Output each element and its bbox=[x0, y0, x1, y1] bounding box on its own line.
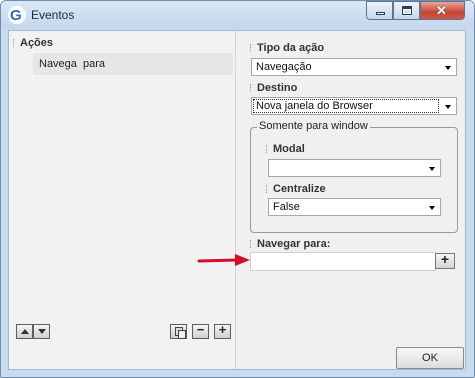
title-bar: G Eventos ✕ bbox=[1, 1, 474, 29]
navegar-para-input[interactable] bbox=[250, 252, 436, 271]
grip-icon bbox=[250, 44, 255, 53]
move-down-button[interactable] bbox=[33, 324, 50, 339]
grip-icon bbox=[266, 145, 271, 154]
arrow-up-icon bbox=[21, 329, 29, 334]
chevron-down-icon bbox=[429, 206, 435, 210]
arrow-down-icon bbox=[38, 329, 46, 334]
app-icon: G bbox=[8, 6, 26, 24]
maximize-icon bbox=[402, 6, 412, 15]
close-button[interactable]: ✕ bbox=[420, 1, 465, 20]
move-up-button[interactable] bbox=[16, 324, 33, 339]
destino-text: Destino bbox=[257, 82, 298, 94]
tipo-acao-text: Tipo da ação bbox=[257, 42, 325, 54]
centralize-label: Centralize bbox=[266, 183, 326, 195]
minimize-button[interactable] bbox=[366, 1, 393, 20]
tipo-acao-select[interactable]: Navegação bbox=[251, 58, 457, 76]
arrow-shaft bbox=[197, 258, 239, 263]
window-title: Eventos bbox=[31, 8, 75, 22]
grip-icon bbox=[250, 240, 255, 249]
actions-panel: Ações Navega para − + bbox=[9, 31, 236, 369]
centralize-text: Centralize bbox=[273, 183, 326, 195]
destino-value: Nova janela do Browser bbox=[256, 100, 373, 112]
ok-button[interactable]: OK bbox=[396, 347, 464, 369]
tipo-acao-value: Navegação bbox=[256, 61, 312, 73]
grip-icon bbox=[13, 39, 18, 48]
modal-label: Modal bbox=[266, 143, 305, 155]
copy-icon bbox=[175, 327, 186, 339]
chevron-down-icon bbox=[445, 105, 451, 109]
minimize-icon bbox=[376, 12, 385, 15]
minus-icon: − bbox=[196, 322, 205, 337]
list-item[interactable]: Navega para bbox=[33, 53, 233, 75]
grip-icon bbox=[266, 185, 271, 194]
centralize-select[interactable]: False bbox=[268, 198, 441, 216]
window-options-group: Somente para window Modal Centralize Fal… bbox=[250, 120, 458, 233]
window-options-title: Somente para window bbox=[257, 120, 370, 132]
copy-button[interactable] bbox=[170, 324, 187, 339]
red-arrow-annotation bbox=[197, 254, 250, 266]
destino-select[interactable]: Nova janela do Browser bbox=[251, 97, 457, 115]
remove-button[interactable]: − bbox=[192, 322, 209, 339]
plus-icon: + bbox=[218, 322, 227, 337]
chevron-down-icon bbox=[445, 66, 451, 70]
centralize-value: False bbox=[273, 201, 300, 213]
add-button[interactable]: + bbox=[214, 322, 231, 339]
modal-text: Modal bbox=[273, 143, 305, 155]
grip-icon bbox=[250, 84, 255, 93]
list-item-label: Navega para bbox=[39, 58, 106, 70]
actions-header-label: Ações bbox=[20, 37, 54, 49]
navegar-para-label: Navegar para: bbox=[250, 238, 330, 250]
dialog-body: Ações Navega para − + Tipo da ação Naveg… bbox=[8, 30, 466, 370]
maximize-button[interactable] bbox=[393, 1, 420, 20]
app-logo-letter: G bbox=[10, 7, 22, 24]
navegar-para-add-button[interactable]: + bbox=[435, 251, 455, 269]
chevron-down-icon bbox=[429, 167, 435, 171]
plus-icon: + bbox=[440, 251, 450, 267]
actions-header: Ações bbox=[13, 37, 53, 49]
modal-select[interactable] bbox=[268, 159, 441, 177]
eventos-window: G Eventos ✕ Ações Navega para − + Tipo d… bbox=[0, 0, 475, 378]
close-icon: ✕ bbox=[436, 3, 447, 18]
navegar-para-text: Navegar para: bbox=[257, 238, 331, 250]
tipo-acao-label: Tipo da ação bbox=[250, 42, 324, 54]
destino-label: Destino bbox=[250, 82, 297, 94]
arrow-head bbox=[235, 254, 250, 266]
